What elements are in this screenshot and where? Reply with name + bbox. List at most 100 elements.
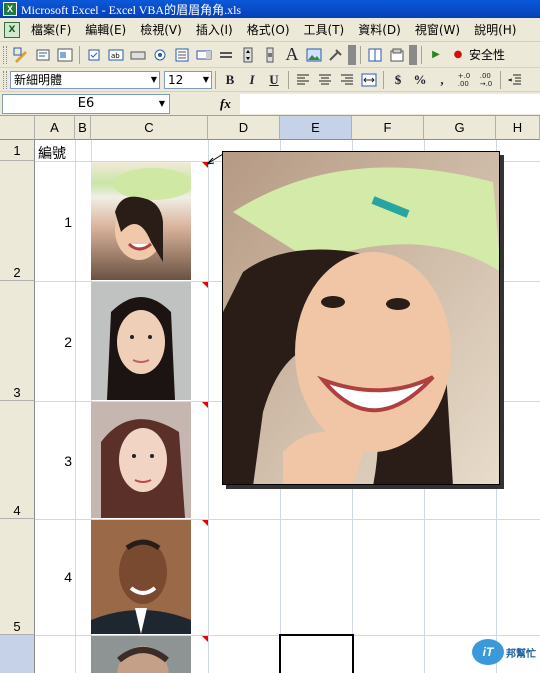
decrease-decimal-button[interactable]: .00 →.0 [476,70,496,90]
toggle-button-icon[interactable] [216,45,236,65]
run-macro-icon[interactable]: ▶ [426,45,446,65]
formula-input[interactable] [240,94,540,114]
font-name-select[interactable]: 新細明體 ▼ [10,70,160,89]
row-header-5[interactable]: 5 [0,519,35,635]
column-header-b[interactable]: B [75,116,91,140]
portrait-5-image [117,646,169,673]
view-code-icon[interactable] [55,45,75,65]
gridline [75,140,76,673]
select-all-corner[interactable] [0,116,35,140]
row-header-4[interactable]: 4 [0,401,35,519]
properties-icon[interactable] [33,45,53,65]
column-header-f[interactable]: F [352,116,424,140]
row-header-6[interactable] [0,635,35,673]
menu-tools[interactable]: 工具(T) [297,21,352,38]
row-header-1[interactable]: 1 [0,140,35,161]
window-title: Microsoft Excel - Excel VBA的眉眉角角.xls [21,2,242,17]
excel-app-icon[interactable]: X [3,2,17,16]
option-button-icon[interactable] [150,45,170,65]
svg-text:ab: ab [111,52,120,60]
cell-a4[interactable]: 3 [36,453,72,469]
row-header-2[interactable]: 2 [0,161,35,281]
toolbar-overflow-icon[interactable] [348,44,356,65]
checkbox-control-icon[interactable] [84,45,104,65]
listbox-icon[interactable] [172,45,192,65]
photo-2[interactable] [91,282,191,400]
security-button[interactable]: 安全性 [469,46,505,63]
menu-data[interactable]: 資料(D) [351,21,408,38]
more-controls-icon[interactable] [326,45,346,65]
align-center-icon[interactable] [315,70,335,90]
comment-indicator[interactable] [202,636,208,642]
toolbar-overflow-icon-2[interactable] [409,44,417,65]
font-name-value: 新細明體 [14,73,63,87]
frames-icon[interactable] [365,45,385,65]
photo-1[interactable] [91,162,191,280]
record-macro-icon[interactable]: ● [448,45,468,65]
active-cell-e6[interactable] [279,634,354,673]
photo-5[interactable] [91,636,191,673]
spin-button-icon[interactable] [238,45,258,65]
row-header-3[interactable]: 3 [0,281,35,401]
toolbar-separator [383,70,384,89]
menu-edit[interactable]: 編輯(E) [78,21,133,38]
toolbar-grip[interactable] [3,70,7,89]
column-header-c[interactable]: C [91,116,208,140]
photo-4[interactable] [91,520,191,634]
menu-format[interactable]: 格式(O) [240,21,297,38]
frame-properties-icon[interactable] [387,45,407,65]
percent-button[interactable]: % [410,70,430,90]
underline-button[interactable]: U [264,70,284,90]
toolbar-grip[interactable] [3,45,7,64]
menu-window[interactable]: 視窗(W) [408,21,467,38]
font-size-value: 12 [168,72,184,87]
menu-view[interactable]: 檢視(V) [133,21,189,38]
insert-function-icon[interactable]: fx [220,96,231,112]
site-name: 邦幫忙 [506,648,536,660]
comment-indicator[interactable] [202,282,208,288]
merge-center-icon[interactable] [359,70,379,90]
align-left-icon[interactable] [293,70,313,90]
italic-button[interactable]: I [242,70,262,90]
font-size-select[interactable]: 12 ▼ [164,70,212,89]
site-watermark: iT 邦幫忙 [472,639,536,665]
column-header-d[interactable]: D [208,116,280,140]
column-header-g[interactable]: G [424,116,496,140]
decrease-indent-icon[interactable] [505,70,525,90]
comment-indicator[interactable] [202,402,208,408]
portrait-3-image [101,419,185,518]
menu-insert[interactable]: 插入(I) [189,21,240,38]
workbook-icon[interactable]: X [4,21,20,38]
increase-decimal-button[interactable]: +.0 .00 [454,70,474,90]
portrait-1-image [113,168,191,262]
align-right-icon[interactable] [337,70,357,90]
comment-indicator[interactable] [202,520,208,526]
column-header-h[interactable]: H [496,116,540,140]
formatting-toolbar: 新細明體 ▼ 12 ▼ B I U $ % , +.0 .00 .00 →.0 [0,68,540,92]
name-box-value: E6 [77,96,95,111]
menu-file[interactable]: 檔案(F) [24,21,78,38]
button-control-icon[interactable] [128,45,148,65]
chevron-down-icon: ▼ [150,74,157,84]
comment-popup-picture[interactable] [222,151,500,485]
cell-a2[interactable]: 1 [36,214,72,230]
chevron-down-icon: ▼ [202,74,209,84]
cell-a3[interactable]: 2 [36,334,72,350]
column-header-a[interactable]: A [35,116,75,140]
image-control-icon[interactable] [304,45,324,65]
comma-style-button[interactable]: , [432,70,452,90]
bold-button[interactable]: B [220,70,240,90]
design-mode-icon[interactable] [11,45,31,65]
cell-a5[interactable]: 4 [36,569,72,585]
photo-3[interactable] [91,402,191,518]
combobox-icon[interactable] [194,45,214,65]
column-header-e[interactable]: E [280,116,352,140]
name-box[interactable]: E6 ▼ [2,93,170,114]
textbox-control-icon[interactable]: ab [106,45,126,65]
scrollbar-control-icon[interactable] [260,45,280,65]
menu-bar: X 檔案(F) 編輯(E) 檢視(V) 插入(I) 格式(O) 工具(T) 資料… [0,18,540,42]
label-control-icon[interactable]: A [282,44,302,65]
cell-a1[interactable]: 編號 [38,143,66,163]
menu-help[interactable]: 說明(H) [467,21,523,38]
currency-button[interactable]: $ [388,70,408,90]
